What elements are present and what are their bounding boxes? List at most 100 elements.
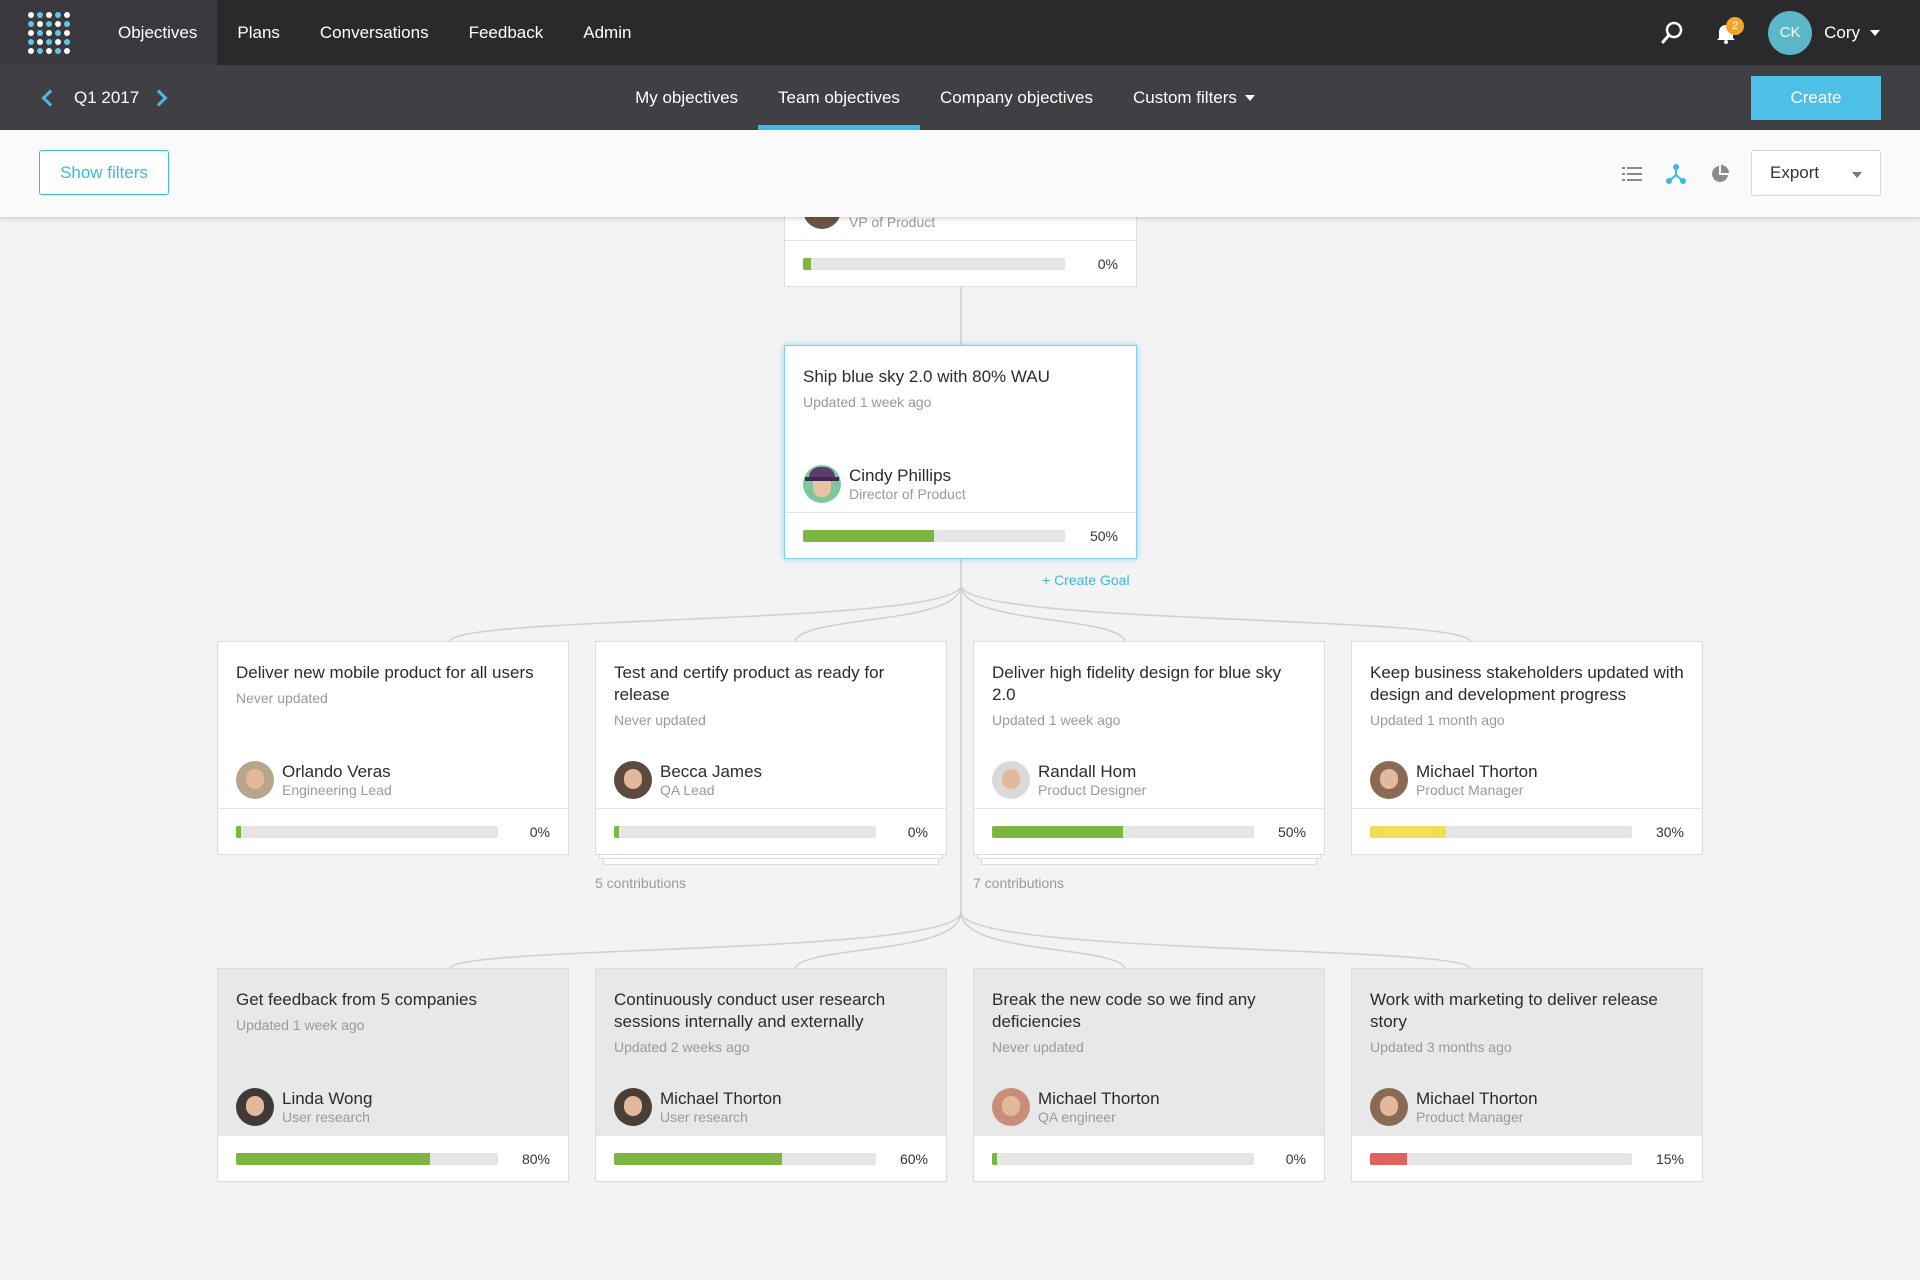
- objective-updated: Updated 1 month ago: [1370, 712, 1505, 728]
- objective-updated: Updated 2 weeks ago: [614, 1039, 750, 1055]
- progress-percent: 0%: [1097, 255, 1118, 272]
- tab-custom-filters[interactable]: Custom filters: [1113, 65, 1275, 130]
- contributions-count[interactable]: 7 contributions: [973, 875, 1064, 891]
- nav-plans[interactable]: Plans: [217, 0, 300, 65]
- progress-row: 0%: [785, 241, 1136, 286]
- objective-updated: Never updated: [992, 1039, 1084, 1055]
- dropdown-caret-icon: [1852, 172, 1862, 178]
- objective-title: Get feedback from 5 companies: [236, 990, 477, 1009]
- user-avatar[interactable]: CK: [1768, 10, 1813, 55]
- previous-quarter-chevron-icon[interactable]: [41, 89, 59, 106]
- progress-row: 15%: [1352, 1136, 1702, 1181]
- export-dropdown[interactable]: Export: [1751, 150, 1881, 196]
- key-result-card[interactable]: Deliver new mobile product for all users…: [217, 641, 569, 855]
- owner-name: Michael Thorton: [1416, 762, 1538, 781]
- progress-fill: [614, 1152, 782, 1165]
- owner-role: QA engineer: [1038, 1109, 1116, 1125]
- create-button[interactable]: Create: [1751, 76, 1881, 120]
- progress-row: 50%: [974, 809, 1324, 854]
- owner-role: Product Designer: [1038, 782, 1147, 798]
- objective-title: Deliver new mobile product for all users: [236, 663, 534, 682]
- notification-bell-icon[interactable]: 2: [1706, 13, 1746, 53]
- show-filters-button[interactable]: Show filters: [39, 150, 169, 195]
- owner-role: User research: [282, 1109, 370, 1125]
- objective-owner: Randall Hom Product Designer: [992, 761, 1146, 799]
- tab-my-objectives[interactable]: My objectives: [615, 65, 758, 130]
- progress-fill: [803, 529, 934, 542]
- user-name[interactable]: Cory: [1824, 23, 1860, 43]
- key-result-card[interactable]: Deliver high fidelity design for blue sk…: [973, 641, 1325, 855]
- objective-title: Work with marketing to deliver release s…: [1370, 990, 1658, 1031]
- aligned-objective-card[interactable]: Get feedback from 5 companies Updated 1 w…: [217, 968, 569, 1182]
- objective-owner: Cindy Phillips Director of Product: [803, 465, 966, 503]
- owner-role: Product Manager: [1416, 782, 1524, 798]
- objective-updated: Never updated: [236, 690, 328, 706]
- progress-bar: [1370, 1152, 1632, 1165]
- owner-name: Michael Thorton: [660, 1089, 782, 1108]
- progress-percent: 30%: [1655, 823, 1684, 840]
- progress-row: 0%: [974, 1136, 1324, 1181]
- owner-avatar: [236, 761, 274, 799]
- owner-role: Director of Product: [849, 486, 966, 502]
- objective-title: Deliver high fidelity design for blue sk…: [992, 663, 1282, 704]
- owner-role: Engineering Lead: [282, 782, 392, 798]
- tab-label: Team objectives: [778, 87, 900, 107]
- key-result-card[interactable]: Keep business stakeholders updated with …: [1351, 641, 1703, 855]
- progress-bar: [236, 825, 498, 838]
- objective-updated: Updated 3 months ago: [1370, 1039, 1512, 1055]
- progress-percent: 50%: [1277, 823, 1306, 840]
- owner-avatar: [614, 1088, 652, 1126]
- progress-fill: [236, 1152, 430, 1165]
- progress-percent: 15%: [1655, 1150, 1684, 1167]
- aligned-objective-card[interactable]: Work with marketing to deliver release s…: [1351, 968, 1703, 1182]
- tab-label: Custom filters: [1133, 87, 1237, 107]
- objective-owner: Michael Thorton User research: [614, 1088, 782, 1126]
- progress-percent: 0%: [1285, 1150, 1306, 1167]
- search-icon[interactable]: [1652, 13, 1692, 53]
- owner-name: Michael Thorton: [1416, 1089, 1538, 1108]
- progress-row: 0%: [218, 809, 568, 854]
- objective-title: Ship blue sky 2.0 with 80% WAU: [803, 367, 1050, 386]
- objective-owner: Michael Thorton Product Manager: [1370, 1088, 1538, 1126]
- objective-owner: Orlando Veras Engineering Lead: [236, 761, 392, 799]
- progress-bar: [1370, 825, 1632, 838]
- next-quarter-chevron-icon[interactable]: [150, 89, 168, 106]
- progress-row: 80%: [218, 1136, 568, 1181]
- owner-avatar: [992, 1088, 1030, 1126]
- quarter-selector: Q1 2017: [40, 65, 168, 130]
- progress-bar: [614, 1152, 876, 1165]
- aligned-objective-card[interactable]: Break the new code so we find any defici…: [973, 968, 1325, 1182]
- user-menu-caret-icon[interactable]: [1870, 29, 1880, 36]
- objective-owner: Michael Thorton Product Manager: [1370, 761, 1538, 799]
- objective-owner: Michael Thorton QA engineer: [992, 1088, 1160, 1126]
- key-result-card[interactable]: Test and certify product as ready for re…: [595, 641, 947, 855]
- owner-avatar: [1370, 1088, 1408, 1126]
- nav-admin[interactable]: Admin: [563, 0, 651, 65]
- progress-bar: [803, 529, 1065, 542]
- nav-feedback[interactable]: Feedback: [449, 0, 564, 65]
- app-grid-icon[interactable]: [0, 0, 98, 65]
- owner-name: Cindy Phillips: [849, 466, 952, 485]
- nav-conversations[interactable]: Conversations: [300, 0, 449, 65]
- objective-title: Keep business stakeholders updated with …: [1370, 663, 1684, 704]
- list-view-icon[interactable]: [1610, 156, 1654, 192]
- progress-bar: [614, 825, 876, 838]
- pie-chart-view-icon[interactable]: [1698, 156, 1742, 192]
- aligned-objective-card[interactable]: Continuously conduct user research sessi…: [595, 968, 947, 1182]
- progress-fill: [803, 257, 811, 270]
- owner-name: Becca James: [660, 762, 763, 781]
- owner-role: User research: [660, 1109, 748, 1125]
- tab-company-objectives[interactable]: Company objectives: [920, 65, 1113, 130]
- owner-role: Product Manager: [1416, 1109, 1524, 1125]
- progress-percent: 0%: [529, 823, 550, 840]
- create-goal-link[interactable]: + Create Goal: [1042, 572, 1130, 588]
- objective-updated: Never updated: [614, 712, 706, 728]
- tree-view-icon[interactable]: [1654, 156, 1698, 192]
- focused-objective-card[interactable]: Ship blue sky 2.0 with 80% WAU Updated 1…: [784, 345, 1137, 559]
- objective-title: Test and certify product as ready for re…: [614, 663, 885, 704]
- nav-objectives[interactable]: Objectives: [98, 0, 218, 65]
- progress-fill: [1370, 825, 1446, 838]
- contributions-count[interactable]: 5 contributions: [595, 875, 686, 891]
- tab-team-objectives[interactable]: Team objectives: [758, 65, 920, 130]
- owner-avatar: [992, 761, 1030, 799]
